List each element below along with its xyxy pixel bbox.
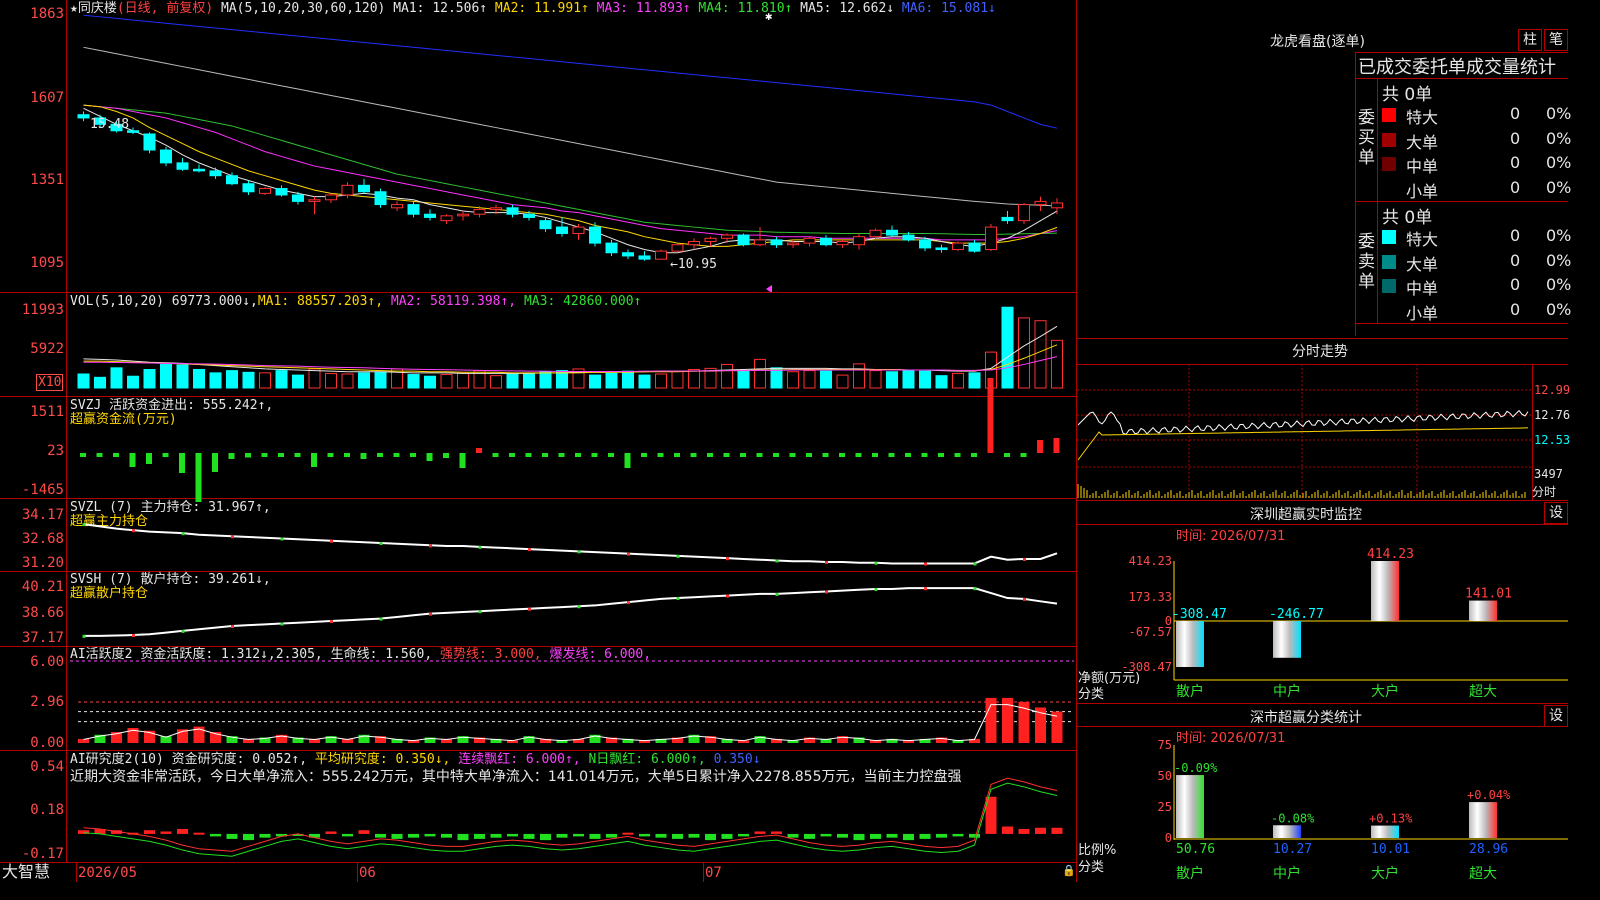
sz-stats-chart[interactable]: -0.09% 50.76 散户 -0.08% 10.27 中户 +0.13% 10.01 大户 +…: [0, 0, 1568, 882]
ratio-delta-label: -0.09%: [1174, 761, 1218, 775]
category-label: 超大: [1469, 866, 1497, 882]
category-label: 散户: [1176, 865, 1204, 882]
ratio-delta-label: -0.08%: [1271, 811, 1315, 825]
ratio-bar: [1273, 825, 1301, 838]
ratio-value-label: 28.96: [1469, 842, 1508, 857]
category-label: 中户: [1273, 865, 1301, 882]
ratio-delta-label: +0.04%: [1467, 788, 1511, 802]
ratio-bar: [1469, 802, 1497, 838]
ratio-value-label: 10.01: [1371, 842, 1410, 857]
ratio-value-label: 10.27: [1273, 842, 1312, 857]
category-label: 大户: [1371, 865, 1399, 882]
ratio-delta-label: +0.13%: [1369, 812, 1413, 826]
ratio-bar: [1176, 775, 1204, 838]
ratio-bar: [1371, 825, 1399, 838]
ratio-value-label: 50.76: [1176, 842, 1215, 857]
